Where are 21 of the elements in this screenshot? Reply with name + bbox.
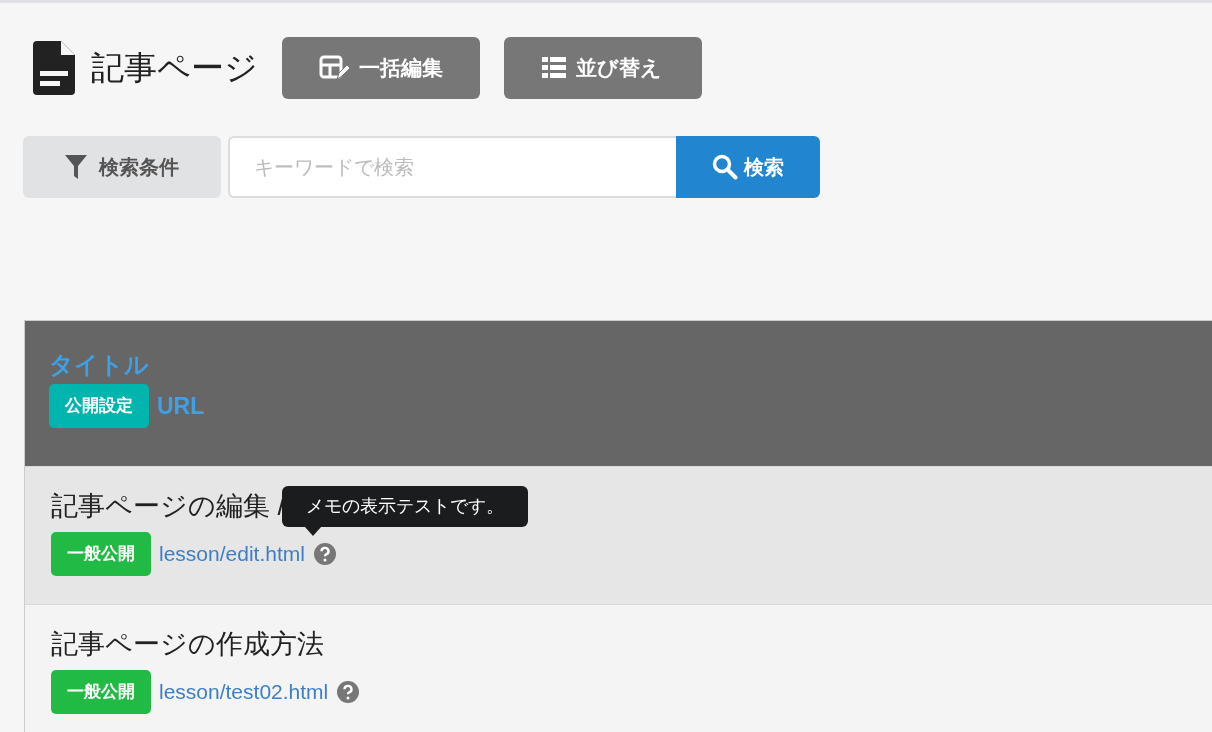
column-header-badge: 公開設定 [49, 383, 149, 428]
tooltip-pointer [304, 527, 321, 537]
tooltip: メモの表示テストです。 [281, 485, 528, 528]
list-icon [542, 56, 566, 79]
url-link[interactable]: lesson/edit.html [159, 538, 305, 570]
search-icon [712, 154, 738, 180]
toolbar-button[interactable]: 一括編集 [282, 36, 480, 99]
search-field[interactable]: キーワードで検索 [228, 136, 676, 198]
toolbar-button[interactable]: 並び替え [504, 36, 702, 99]
document-icon [33, 40, 75, 95]
status-badge: 一般公開 [51, 670, 151, 715]
help-icon[interactable] [336, 680, 361, 705]
search-button[interactable]: 検索 [676, 136, 820, 198]
status-badge: 一般公開 [51, 532, 151, 577]
article-title: 記事ページの作成方法 [51, 628, 324, 661]
url-link[interactable]: lesson/test02.html [159, 676, 329, 708]
table-edit-icon [319, 54, 349, 81]
help-icon[interactable] [312, 542, 337, 567]
filter-button[interactable]: 検索条件 [23, 136, 221, 198]
filter-icon [65, 155, 87, 179]
page-title: 記事ページ [91, 51, 258, 84]
